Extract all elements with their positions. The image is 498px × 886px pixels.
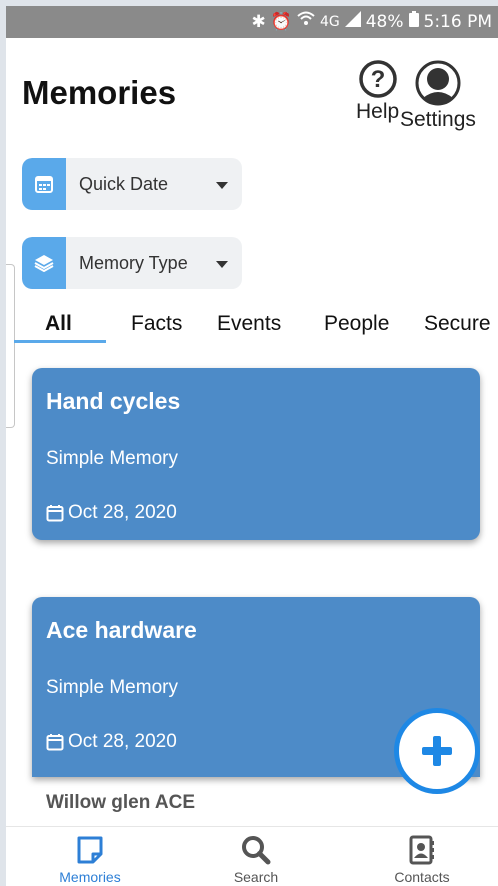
alarm-icon: ⏰ (270, 11, 292, 32)
network-type: 4G (319, 13, 340, 30)
memory-type-label: Memory Type (79, 253, 188, 273)
memory-type-dropdown[interactable]: Memory Type (22, 237, 242, 289)
memory-card[interactable]: Hand cycles Simple Memory Oct 28, 2020 (32, 368, 480, 540)
memory-date-text: Oct 28, 2020 (68, 502, 177, 523)
quick-date-dropdown[interactable]: Quick Date (22, 158, 242, 210)
help-label: Help (356, 100, 400, 123)
memory-title: Ace hardware (46, 617, 197, 643)
tab-secure[interactable]: Secure (424, 312, 491, 336)
app-screen: ✱ ⏰ 4G 48% 5:16 PM Memories ? Help Setti… (6, 6, 498, 886)
clock: 5:16 PM (423, 11, 493, 32)
layers-icon (22, 237, 66, 289)
svg-text:?: ? (370, 66, 385, 93)
settings-label: Settings (400, 108, 476, 131)
contacts-book-icon (409, 835, 434, 865)
nav-contacts[interactable]: Contacts (372, 835, 472, 885)
nav-search-label: Search (233, 869, 279, 885)
signal-icon (344, 11, 361, 32)
memory-type: Simple Memory (46, 448, 178, 469)
memory-title: Hand cycles (46, 388, 181, 414)
tab-people[interactable]: People (324, 312, 389, 336)
help-button[interactable]: ? Help (356, 60, 399, 124)
bottom-navigation: Memories Search Contacts (6, 826, 498, 886)
avatar-icon (415, 60, 461, 106)
nav-memories[interactable]: Memories (40, 835, 140, 885)
battery-icon (408, 11, 419, 32)
tab-all[interactable]: All (45, 312, 72, 336)
nav-memories-label: Memories (59, 869, 121, 885)
memory-note: Willow glen ACE (46, 792, 196, 813)
tab-facts[interactable]: Facts (131, 312, 182, 336)
add-memory-button[interactable] (394, 708, 480, 794)
calendar-icon (46, 734, 64, 751)
plus-icon (422, 736, 452, 766)
nav-search[interactable]: Search (206, 835, 306, 885)
memory-date-text: Oct 28, 2020 (68, 731, 177, 752)
active-tab-indicator (14, 340, 106, 343)
battery-percent: 48% (365, 11, 404, 32)
side-drawer-handle[interactable] (6, 264, 15, 428)
page-title: Memories (22, 74, 177, 111)
memory-type: Simple Memory (46, 677, 178, 698)
calendar-icon (46, 505, 64, 522)
search-icon (242, 836, 271, 865)
tab-events[interactable]: Events (217, 312, 281, 336)
memory-date: Oct 28, 2020 (46, 502, 177, 524)
chevron-down-icon (216, 182, 228, 189)
settings-button[interactable]: Settings (400, 60, 476, 132)
memory-date: Oct 28, 2020 (46, 731, 177, 753)
note-icon (77, 836, 103, 864)
status-bar: ✱ ⏰ 4G 48% 5:16 PM (6, 6, 498, 38)
wifi-icon (297, 11, 315, 32)
chevron-down-icon (216, 261, 228, 268)
quick-date-label: Quick Date (79, 174, 169, 194)
bluetooth-icon: ✱ (251, 11, 266, 32)
calendar-icon (22, 158, 66, 210)
help-icon: ? (358, 60, 397, 98)
nav-contacts-label: Contacts (394, 869, 450, 885)
